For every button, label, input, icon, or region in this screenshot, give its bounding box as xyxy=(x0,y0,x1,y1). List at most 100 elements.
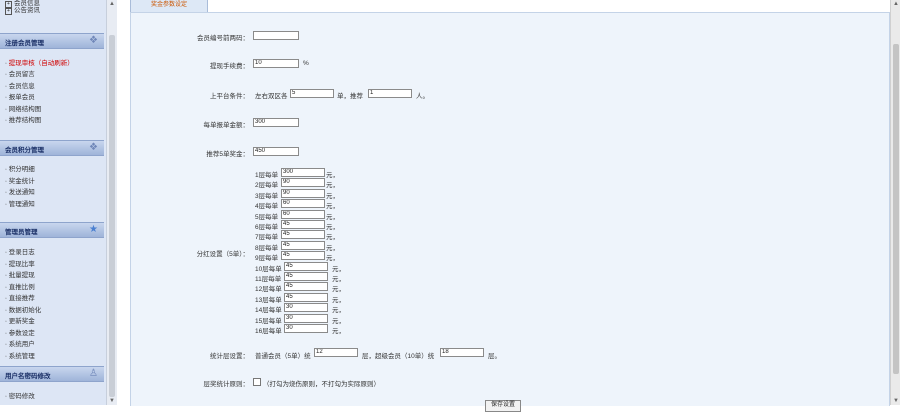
sidebar-item-withdraw-rate[interactable]: 提现比率 xyxy=(5,258,35,268)
dividend-level-input[interactable]: 45 xyxy=(284,272,328,281)
layers-text1: 普通会员（5单）统 xyxy=(255,353,311,360)
sidebar: +会员信息 +公告资讯 注册会员管理 ❖ 提现审核（自动刷新） 会员留言 会员信… xyxy=(0,0,106,405)
dividend-level-name: 4层每单 xyxy=(255,203,279,211)
scroll-down-icon[interactable]: ▼ xyxy=(892,397,900,405)
upgrade-text2: 单，推荐 xyxy=(337,93,363,100)
refer-bonus-label: 推荐5单奖金： xyxy=(206,151,249,158)
points-icon: ❖ xyxy=(89,142,98,153)
sidebar-scroll-thumb[interactable] xyxy=(109,35,115,397)
sidebar-item-bonus-stats[interactable]: 奖金统计 xyxy=(5,175,35,185)
sidebar-item-order-members[interactable]: 报单会员 xyxy=(5,91,35,101)
scroll-up-icon[interactable]: ▲ xyxy=(108,0,116,8)
sidebar-item-withdraw-review[interactable]: 提现审核（自动刷新） xyxy=(5,57,74,67)
upgrade-text1: 左右双区各 xyxy=(255,93,288,100)
layers-label: 统计层设置： xyxy=(210,353,249,360)
section-header-members[interactable]: 注册会员管理 ❖ xyxy=(0,33,104,49)
prefix-label: 会员编号前两码： xyxy=(197,35,249,42)
upgrade-text3: 人。 xyxy=(416,93,429,100)
sidebar-item-referral-chart[interactable]: 推荐结构图 xyxy=(5,114,42,124)
dividend-level-name: 13层每单 xyxy=(255,296,282,304)
sidebar-item-batch-withdraw[interactable]: 批量提现 xyxy=(5,269,35,279)
dividend-level-input[interactable]: 45 xyxy=(284,282,328,292)
settings-panel: 会员编号前两码： 提现手续费： 10 % 上平台条件： 左右双区各 5 单，推荐… xyxy=(130,12,890,412)
dividend-level-unit: 元， xyxy=(326,172,339,179)
dividend-level-input[interactable]: 30 xyxy=(284,313,328,323)
sidebar-item-update-bonus[interactable]: 更新奖金 xyxy=(5,315,35,325)
dividend-level-input[interactable]: 90 xyxy=(281,188,325,198)
sidebar-item-param-settings[interactable]: 参数设定 xyxy=(5,327,35,337)
sidebar-item-login-log[interactable]: 登录日志 xyxy=(5,246,35,256)
section-header-password[interactable]: 用户名密码修改 ♙ xyxy=(0,366,104,382)
dividend-level-name: 10层每单 xyxy=(255,265,282,273)
sidebar-item-network-chart[interactable]: 网络结构图 xyxy=(5,103,42,113)
fee-label: 提现手续费： xyxy=(210,63,249,70)
dividend-level-name: 12层每单 xyxy=(255,286,282,294)
dividend-level-unit: 元， xyxy=(332,317,345,325)
sidebar-item-system-admin[interactable]: 系统管理 xyxy=(5,350,35,360)
refer-bonus-input[interactable]: 450 xyxy=(253,147,299,156)
dividend-level-unit: 元， xyxy=(332,296,345,304)
rule-label: 层奖统计原则： xyxy=(203,381,250,388)
sidebar-item-change-password[interactable]: 密码修改 xyxy=(5,390,35,400)
dividend-level-unit: 元， xyxy=(332,265,345,273)
super-layers-input[interactable]: 18 xyxy=(440,348,484,357)
dividend-level-name: 16层每单 xyxy=(255,328,282,335)
layers-text3: 层。 xyxy=(488,353,501,360)
dividend-level-name: 2层每单 xyxy=(255,182,279,190)
upgrade-label: 上平台条件： xyxy=(210,93,249,100)
dividend-level-input[interactable]: 300 xyxy=(281,168,325,177)
save-button[interactable]: 保存设置 xyxy=(485,400,521,412)
upgrade-refer-input[interactable]: 1 xyxy=(368,89,412,98)
dividend-level-input[interactable]: 90 xyxy=(281,178,325,188)
main-scroll-thumb[interactable] xyxy=(893,44,899,374)
section-header-points[interactable]: 会员积分管理 ❖ xyxy=(0,140,104,156)
dividend-level-input[interactable]: 45 xyxy=(284,261,328,271)
dividend-level-unit: 元， xyxy=(332,276,345,283)
sidebar-item-direct-referral[interactable]: 直接推荐 xyxy=(5,292,35,302)
sidebar-item-member-info[interactable]: 会员信息 xyxy=(5,80,35,90)
sidebar-item-send-notice[interactable]: 发送通知 xyxy=(5,186,35,196)
fee-input[interactable]: 10 xyxy=(253,59,299,68)
dividend-level-input[interactable]: 60 xyxy=(281,199,325,209)
sidebar-item-direct-ratio[interactable]: 直推比例 xyxy=(5,281,35,291)
dividend-level-input[interactable]: 45 xyxy=(281,240,325,250)
scroll-up-icon[interactable]: ▲ xyxy=(892,0,900,8)
rule-text: （打勾为烧伤原则，不打勾为实际原则） xyxy=(263,381,380,388)
dividend-level-name: 11层每单 xyxy=(255,276,282,283)
dividend-level-name: 3层每单 xyxy=(255,192,279,200)
dividend-level-input[interactable]: 45 xyxy=(281,220,325,229)
sidebar-scrollbar[interactable]: ▲ ▼ xyxy=(106,0,117,405)
dividend-level-input[interactable]: 45 xyxy=(281,251,325,261)
scroll-down-icon[interactable]: ▼ xyxy=(108,397,116,405)
dividend-level-unit: 元， xyxy=(332,307,345,315)
dividend-level-unit: 元， xyxy=(326,203,339,211)
dividend-level-name: 9层每单 xyxy=(255,255,279,263)
per-order-input[interactable]: 300 xyxy=(253,118,299,127)
dividend-level-name: 5层每单 xyxy=(255,213,279,221)
dividend-level-input[interactable]: 45 xyxy=(281,230,325,240)
upgrade-area-input[interactable]: 5 xyxy=(290,89,334,98)
sidebar-item-manage-notice[interactable]: 管理通知 xyxy=(5,198,35,208)
sidebar-item-data-init[interactable]: 数据初始化 xyxy=(5,304,42,314)
dividend-label: 分红设置（5单）： xyxy=(196,251,249,258)
sidebar-item-member-messages[interactable]: 会员留言 xyxy=(5,68,35,78)
dividend-level-unit: 元， xyxy=(326,213,339,221)
sidebar-item-points-detail[interactable]: 积分明细 xyxy=(5,163,35,173)
expand-box-icon[interactable]: + xyxy=(5,8,12,15)
burn-rule-checkbox[interactable] xyxy=(253,378,261,386)
dividend-level-unit: 元， xyxy=(326,244,339,252)
dividend-level-input[interactable]: 30 xyxy=(284,324,328,333)
dividend-level-input[interactable]: 60 xyxy=(281,209,325,219)
tree-item-announcements[interactable]: + 公告资讯 xyxy=(5,4,40,15)
prefix-input[interactable] xyxy=(253,31,299,40)
main-content: 奖金参数设定 会员编号前两码： 提现手续费： 10 % 上平台条件： 左右双区各… xyxy=(118,0,890,412)
dividend-level-input[interactable]: 45 xyxy=(284,292,328,302)
section-header-admin[interactable]: 管理员管理 ★ xyxy=(0,222,104,238)
dividend-level-name: 14层每单 xyxy=(255,307,282,315)
sidebar-item-system-users[interactable]: 系统用户 xyxy=(5,338,35,348)
dividend-level-name: 15层每单 xyxy=(255,317,282,325)
main-scrollbar[interactable]: ▲ ▼ xyxy=(890,0,900,405)
dividend-level-input[interactable]: 30 xyxy=(284,303,328,313)
normal-layers-input[interactable]: 12 xyxy=(314,348,358,357)
dividend-level-unit: 元， xyxy=(332,286,345,294)
